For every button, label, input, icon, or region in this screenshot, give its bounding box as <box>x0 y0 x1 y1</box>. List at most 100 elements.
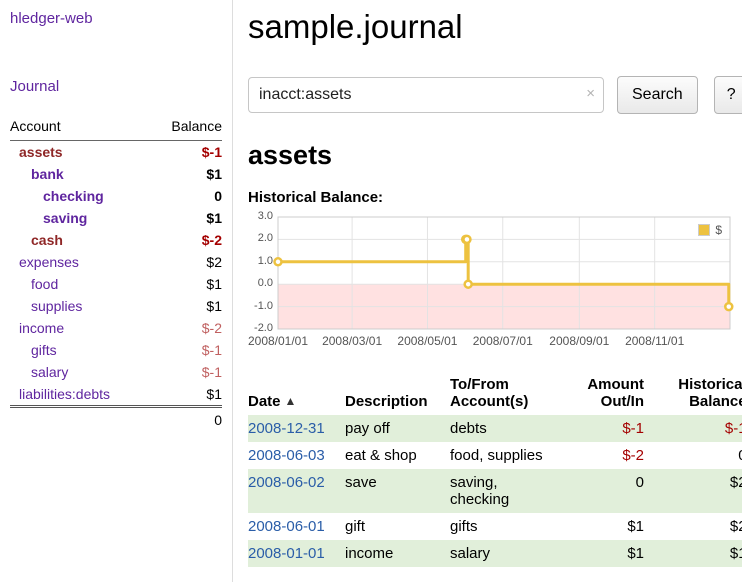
x-axis-tick-label: 2008/01/01 <box>248 334 308 348</box>
x-axis-tick-label: 2008/11/01 <box>625 334 684 348</box>
y-axis-tick-label: 1.0 <box>248 255 273 267</box>
legend-label: $ <box>715 223 722 237</box>
balance-chart-plot <box>248 212 734 331</box>
account-balance: $1 <box>151 163 222 185</box>
app-title-link[interactable]: hledger-web <box>10 10 93 27</box>
account-link-saving[interactable]: saving <box>43 210 87 226</box>
account-link-expenses[interactable]: expenses <box>19 254 79 270</box>
date-column-label: Date <box>248 393 281 410</box>
transaction-date-cell: 2008-01-01 <box>248 540 345 567</box>
app-brand: hledger-web <box>10 10 222 28</box>
transaction-balance: $1 <box>650 540 742 567</box>
transaction-row[interactable]: 2008-12-31pay offdebts$-1$-1 <box>248 415 742 442</box>
legend-swatch <box>698 224 710 236</box>
transaction-row[interactable]: 2008-01-01incomesalary$1$1 <box>248 540 742 567</box>
transaction-row[interactable]: 2008-06-01 giftgifts$1$2 <box>248 513 742 540</box>
account-row: expenses $2 <box>10 251 222 273</box>
account-row: food$1 <box>10 273 222 295</box>
accounts-total-row: 0 <box>10 407 222 432</box>
journal-nav-link[interactable]: Journal <box>10 78 59 95</box>
account-link-checking[interactable]: checking <box>43 188 104 204</box>
account-link-assets[interactable]: assets <box>19 144 63 160</box>
transaction-amount: 0 <box>584 469 650 513</box>
account-link-supplies[interactable]: supplies <box>31 298 82 314</box>
transaction-accounts: gifts <box>450 513 584 540</box>
transaction-date-cell: 2008-06-03 <box>248 442 345 469</box>
y-axis-tick-label: 2.0 <box>248 232 273 244</box>
account-row: cash $-2 <box>10 229 222 251</box>
register-col-account: To/From Account(s) <box>450 374 584 415</box>
register-header-row: Date ▲ Description To/From Account(s) Amo… <box>248 374 742 415</box>
register-col-balance: Historical Balance <box>650 374 742 415</box>
y-axis-tick-label: -2.0 <box>248 322 273 334</box>
y-axis-tick-label: 3.0 <box>248 210 273 222</box>
transaction-row[interactable]: 2008-06-02savesaving, checking0$2 <box>248 469 742 513</box>
search-row: × Search ? <box>248 76 742 114</box>
account-link-gifts[interactable]: gifts <box>31 342 57 358</box>
transaction-balance: $2 <box>650 513 742 540</box>
transaction-amount: $1 <box>584 513 650 540</box>
transaction-date-link[interactable]: 2008-06-01 <box>248 518 325 535</box>
help-button[interactable]: ? <box>714 76 742 114</box>
account-link-liabilities-debts[interactable]: liabilities:debts <box>19 386 110 402</box>
main-content: sample.journal × Search ? assets Histori… <box>233 0 742 582</box>
transaction-row[interactable]: 2008-06-03eat & shopfood, supplies$-20 <box>248 442 742 469</box>
account-balance: $-2 <box>151 317 222 339</box>
register-col-date[interactable]: Date ▲ <box>248 374 345 415</box>
account-row: supplies $1 <box>10 295 222 317</box>
account-link-food[interactable]: food <box>31 276 58 292</box>
account-balance: $2 <box>151 251 222 273</box>
transaction-date-link[interactable]: 2008-12-31 <box>248 420 325 437</box>
account-link-cash[interactable]: cash <box>31 232 63 248</box>
x-axis-tick-label: 2008/07/01 <box>473 334 533 348</box>
account-row: bank $1 <box>10 163 222 185</box>
transaction-accounts: salary <box>450 540 584 567</box>
account-link-bank[interactable]: bank <box>31 166 64 182</box>
chart-heading: Historical Balance: <box>248 189 742 206</box>
transaction-amount: $-1 <box>584 415 650 442</box>
transaction-date-link[interactable]: 2008-01-01 <box>248 545 325 562</box>
transaction-balance: $-1 <box>650 415 742 442</box>
transaction-date-cell: 2008-06-01 <box>248 513 345 540</box>
transaction-accounts: debts <box>450 415 584 442</box>
chart-legend: $ <box>694 222 726 238</box>
search-input[interactable] <box>248 77 604 113</box>
transaction-description: gift <box>345 513 450 540</box>
transaction-description: pay off <box>345 415 450 442</box>
transaction-balance: 0 <box>650 442 742 469</box>
account-row: liabilities:debts $1 <box>10 383 222 407</box>
register-col-description: Description <box>345 374 450 415</box>
account-balance: $-1 <box>151 361 222 383</box>
account-balance: $1 <box>151 295 222 317</box>
account-balance: $-2 <box>151 229 222 251</box>
x-axis-tick-label: 2008/09/01 <box>549 334 609 348</box>
y-axis-tick-label: 0.0 <box>248 277 273 289</box>
transaction-description: eat & shop <box>345 442 450 469</box>
transaction-date-link[interactable]: 2008-06-02 <box>248 474 325 491</box>
account-balance: $1 <box>151 383 222 407</box>
transaction-date-link[interactable]: 2008-06-03 <box>248 447 325 464</box>
account-link-income[interactable]: income <box>19 320 64 336</box>
sidebar: hledger-web Journal Account Balance asse… <box>0 0 233 582</box>
accounts-total-spacer <box>10 407 151 432</box>
account-balance: $-1 <box>151 339 222 361</box>
accounts-col-balance: Balance <box>151 116 222 141</box>
account-link-salary[interactable]: salary <box>31 364 68 380</box>
transaction-description: income <box>345 540 450 567</box>
account-row: checking0 <box>10 185 222 207</box>
transaction-balance: $2 <box>650 469 742 513</box>
register-table: Date ▲ Description To/From Account(s) Amo… <box>248 374 742 567</box>
clear-search-icon[interactable]: × <box>586 86 595 101</box>
account-row: gifts $-1 <box>10 339 222 361</box>
accounts-header-row: Account Balance <box>10 116 222 141</box>
account-row: income $-2 <box>10 317 222 339</box>
account-balance: $1 <box>151 207 222 229</box>
x-axis-tick-label: 2008/05/01 <box>397 334 457 348</box>
transaction-accounts: food, supplies <box>450 442 584 469</box>
register-col-amount: Amount Out/In <box>584 374 650 415</box>
accounts-table: Account Balance assets$-1bank$1checking0… <box>10 116 222 431</box>
balance-chart: 3.02.01.00.0-1.0-2.02008/01/012008/03/01… <box>248 212 736 360</box>
sort-ascending-icon: ▲ <box>285 394 297 408</box>
search-button[interactable]: Search <box>617 76 698 114</box>
transaction-date-cell: 2008-06-02 <box>248 469 345 513</box>
